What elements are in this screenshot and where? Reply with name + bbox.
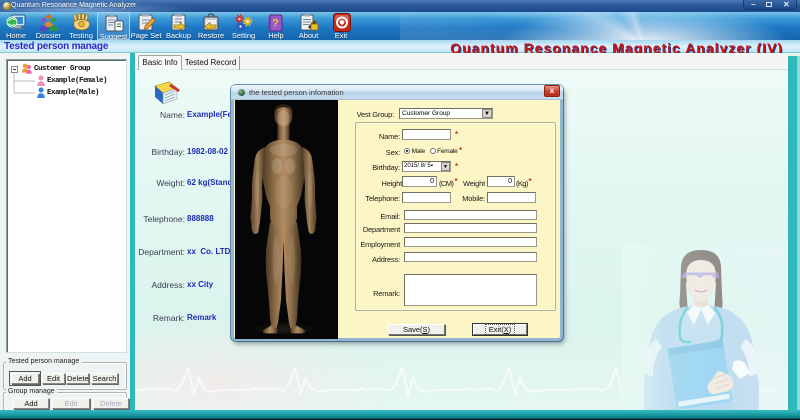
svg-text:?: ?	[272, 18, 279, 30]
